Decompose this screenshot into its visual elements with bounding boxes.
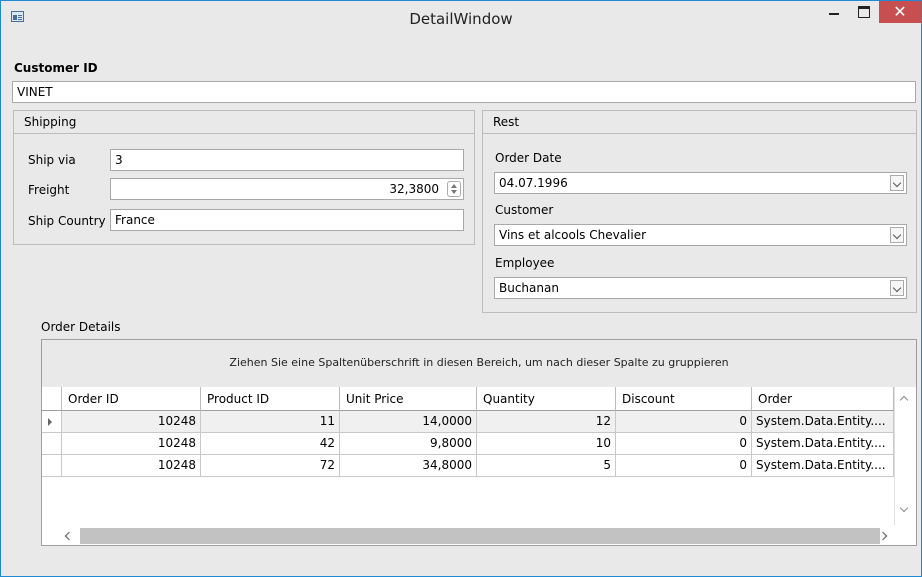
cell-order-id[interactable]: 10248 <box>62 455 201 477</box>
scroll-right-icon[interactable] <box>878 531 888 541</box>
cell-quantity[interactable]: 5 <box>477 455 616 477</box>
cell-quantity[interactable]: 12 <box>477 411 616 433</box>
minimize-button[interactable] <box>819 1 849 23</box>
title-bar[interactable]: DetailWindow ✕ <box>1 1 921 33</box>
shipping-header: Shipping <box>14 111 474 134</box>
column-header-order[interactable]: Order <box>752 387 894 411</box>
row-header[interactable] <box>42 411 62 433</box>
column-header-unit-price[interactable]: Unit Price <box>340 387 477 411</box>
freight-spinner[interactable] <box>447 181 461 197</box>
spin-down-icon[interactable] <box>451 190 457 194</box>
order-date-value: 04.07.1996 <box>499 176 568 190</box>
column-header-product-id[interactable]: Product ID <box>201 387 340 411</box>
cell-order[interactable]: System.Data.Entity.... <box>752 455 894 477</box>
shipping-group: Shipping Ship via 3 Freight 32,3800 Ship… <box>13 110 475 245</box>
rest-header: Rest <box>483 111 916 134</box>
close-icon: ✕ <box>893 2 907 21</box>
order-details-grid: Ziehen Sie eine Spaltenüberschrift in di… <box>41 339 917 546</box>
chevron-down-icon[interactable] <box>890 227 904 243</box>
column-header-quantity[interactable]: Quantity <box>477 387 616 411</box>
horizontal-scrollbar[interactable] <box>42 527 916 545</box>
cell-product-id[interactable]: 72 <box>201 455 340 477</box>
close-button[interactable]: ✕ <box>879 1 921 23</box>
cell-unit-price[interactable]: 9,8000 <box>340 433 477 455</box>
cell-discount[interactable]: 0 <box>616 433 752 455</box>
vertical-scrollbar[interactable] <box>894 387 916 525</box>
cell-unit-price[interactable]: 14,0000 <box>340 411 477 433</box>
column-header-discount[interactable]: Discount <box>616 387 752 411</box>
customer-label: Customer <box>495 203 554 217</box>
table-row[interactable]: 10248 42 9,8000 10 0 System.Data.Entity.… <box>42 433 894 455</box>
freight-label: Freight <box>28 183 70 197</box>
detail-window: DetailWindow ✕ Customer ID VINET Shippin… <box>0 0 922 577</box>
row-header[interactable] <box>42 433 62 455</box>
cell-order-id[interactable]: 10248 <box>62 411 201 433</box>
cell-product-id[interactable]: 11 <box>201 411 340 433</box>
cell-product-id[interactable]: 42 <box>201 433 340 455</box>
cell-order-id[interactable]: 10248 <box>62 433 201 455</box>
ship-via-label: Ship via <box>28 153 76 167</box>
spin-up-icon[interactable] <box>451 184 457 188</box>
order-details-label: Order Details <box>41 320 121 334</box>
customer-id-label: Customer ID <box>14 61 98 75</box>
customer-select[interactable]: Vins et alcools Chevalier <box>494 224 907 246</box>
table-row[interactable]: 10248 11 14,0000 12 0 System.Data.Entity… <box>42 411 894 433</box>
scrollbar-thumb[interactable] <box>80 528 880 544</box>
ship-country-input[interactable]: France <box>110 209 464 231</box>
customer-id-input[interactable]: VINET <box>12 81 916 103</box>
order-date-label: Order Date <box>495 151 562 165</box>
chevron-down-icon[interactable] <box>890 175 904 191</box>
maximize-button[interactable] <box>849 1 879 23</box>
employee-label: Employee <box>495 256 555 270</box>
order-date-picker[interactable]: 04.07.1996 <box>494 172 907 194</box>
table-row[interactable]: 10248 72 34,8000 5 0 System.Data.Entity.… <box>42 455 894 477</box>
scroll-up-icon[interactable] <box>899 395 909 405</box>
scroll-down-icon[interactable] <box>899 503 909 513</box>
scroll-left-icon[interactable] <box>64 531 74 541</box>
ship-country-label: Ship Country <box>28 214 106 228</box>
cell-order[interactable]: System.Data.Entity.... <box>752 433 894 455</box>
cell-discount[interactable]: 0 <box>616 455 752 477</box>
freight-input[interactable]: 32,3800 <box>110 178 464 200</box>
ship-via-input[interactable]: 3 <box>110 149 464 171</box>
row-header[interactable] <box>42 455 62 477</box>
window-title: DetailWindow <box>409 10 513 28</box>
cell-discount[interactable]: 0 <box>616 411 752 433</box>
cell-quantity[interactable]: 10 <box>477 433 616 455</box>
group-by-panel[interactable]: Ziehen Sie eine Spaltenüberschrift in di… <box>42 340 916 388</box>
cell-order[interactable]: System.Data.Entity.... <box>752 411 894 433</box>
current-row-icon <box>48 418 52 426</box>
freight-value: 32,3800 <box>389 182 439 196</box>
column-header-order-id[interactable]: Order ID <box>62 387 201 411</box>
employee-value: Buchanan <box>499 281 559 295</box>
employee-select[interactable]: Buchanan <box>494 277 907 299</box>
customer-value: Vins et alcools Chevalier <box>499 228 647 242</box>
row-header-corner <box>42 387 62 411</box>
rest-group: Rest Order Date 04.07.1996 Customer Vins… <box>482 110 917 313</box>
chevron-down-icon[interactable] <box>890 280 904 296</box>
cell-unit-price[interactable]: 34,8000 <box>340 455 477 477</box>
